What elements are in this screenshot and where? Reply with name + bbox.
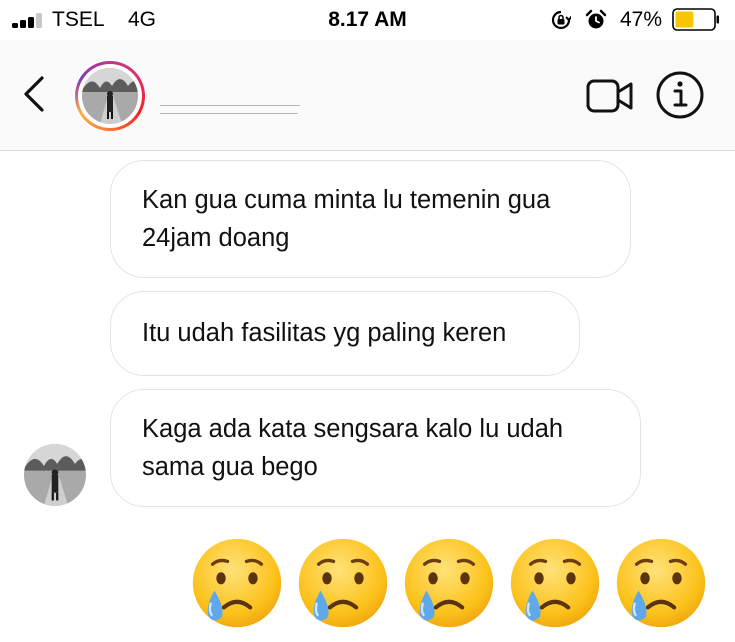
message-text-line: 24jam doang	[142, 224, 290, 252]
message-bubble[interactable]: Kaga ada kata sengsara kalo lu udah sama…	[110, 389, 641, 507]
message-text-line: Kaga ada kata sengsara kalo lu udah	[142, 415, 564, 443]
crying-face-icon	[192, 538, 282, 628]
message-bubble[interactable]: Itu udah fasilitas yg paling keren	[110, 291, 580, 376]
message-text-line: Kan gua cuma minta lu temenin gua	[142, 186, 551, 214]
status-bar: TSEL 4G 8.17 AM 47%	[0, 0, 735, 40]
crying-face-icon	[298, 538, 388, 628]
avatar-photo	[24, 444, 86, 506]
sender-avatar[interactable]	[24, 444, 86, 506]
message-text-line: Itu udah fasilitas yg paling keren	[142, 319, 507, 347]
battery-percentage: 47%	[620, 8, 663, 31]
back-chevron-icon[interactable]	[20, 74, 50, 114]
info-icon[interactable]	[655, 70, 705, 120]
video-call-icon[interactable]	[586, 75, 634, 117]
alarm-icon	[585, 9, 607, 29]
contact-avatar[interactable]	[75, 61, 145, 131]
rotation-lock-icon	[551, 10, 571, 30]
battery-level-fill	[675, 11, 694, 28]
emoji-message[interactable]	[180, 534, 720, 642]
message-text-line: sama gua bego	[142, 453, 318, 481]
contact-name-redacted[interactable]	[160, 98, 302, 118]
crying-face-icon	[616, 538, 706, 628]
message-bubble[interactable]: Kan gua cuma minta lu temenin gua 24jam …	[110, 160, 631, 278]
crying-face-icon	[404, 538, 494, 628]
crying-face-icon	[510, 538, 600, 628]
avatar-photo	[82, 68, 138, 124]
chat-header	[0, 40, 735, 151]
battery-icon	[672, 8, 719, 31]
